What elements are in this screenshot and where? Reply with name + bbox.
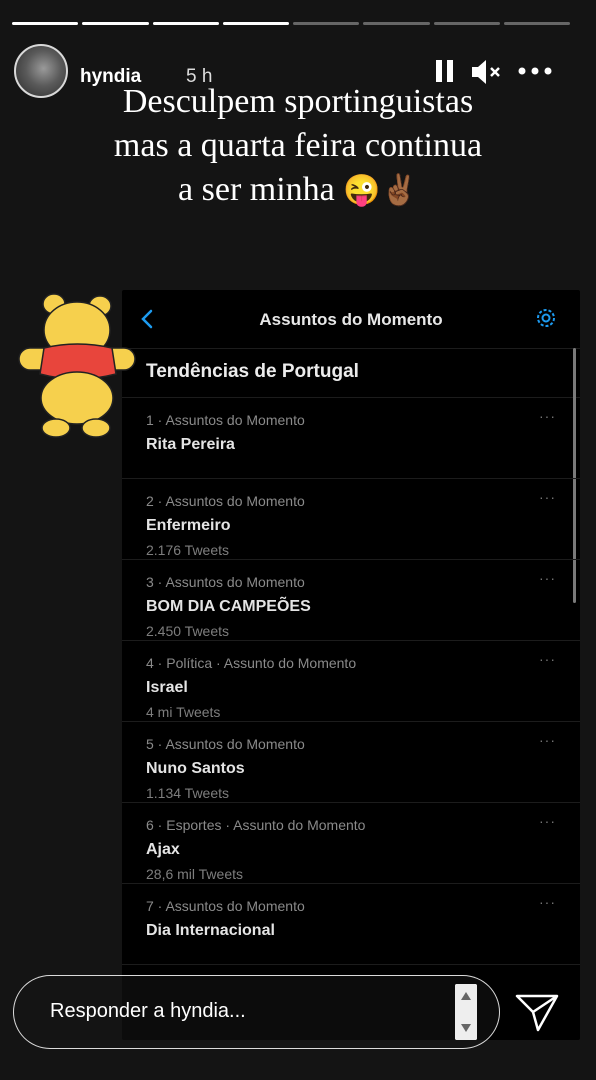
caption-line-2: mas a quarta feira continua (113, 127, 483, 164)
trend-more-icon: ··· (539, 732, 556, 748)
trend-more-icon: ··· (539, 651, 556, 667)
progress-segment (433, 22, 500, 25)
trend-meta: 3 · Assuntos do Momento (146, 574, 305, 590)
trend-count: 2.176 Tweets (146, 542, 230, 558)
trend-count: 1.134 Tweets (146, 785, 230, 801)
trend-item: 3 · Assuntos do Momento BOM DIA CAMPEÕES 2… (122, 560, 580, 641)
trend-meta: 5 · Assuntos do Momento (146, 736, 305, 752)
screenshot-navbar: Assuntos do Momento (122, 290, 580, 349)
trend-meta: 1 · Assuntos do Momento (146, 412, 305, 428)
caption-line-3-text: a ser minha (178, 171, 335, 208)
scroll-stepper[interactable] (455, 984, 477, 1040)
trend-meta: 4 · Política · Assunto do Momento (146, 655, 357, 671)
trend-name: Rita Pereira (146, 436, 235, 453)
send-icon[interactable] (514, 992, 560, 1034)
reply-input[interactable]: Responder a hyndia... (13, 975, 500, 1049)
trend-name: Dia Internacional (146, 922, 275, 939)
trend-more-icon: ··· (539, 489, 556, 505)
trend-count: 2.450 Tweets (146, 623, 230, 639)
trend-more-icon: ··· (539, 570, 556, 586)
winnie-the-pooh-sticker[interactable] (16, 290, 138, 445)
emoji-wink-victory: 😜✌🏾 (343, 174, 418, 207)
progress-segment (152, 22, 219, 25)
trend-name: BOM DIA CAMPEÕES (146, 598, 311, 615)
progress-segment (12, 22, 79, 25)
trend-item: 6 · Esportes · Assunto do Momento Ajax 28,… (122, 803, 580, 884)
trend-item: 7 · Assuntos do Momento Dia Internacional… (122, 884, 580, 965)
screenshot-title: Assuntos do Momento (259, 310, 443, 329)
trend-meta: 7 · Assuntos do Momento (146, 898, 305, 914)
trends-heading: Tendências de Portugal (122, 349, 580, 398)
trend-item: 2 · Assuntos do Momento Enfermeiro 2.176 T… (122, 479, 580, 560)
trend-list: 1 · Assuntos do Momento Rita Pereira ··· 2 … (122, 398, 580, 965)
trend-item: 4 · Política · Assunto do Momento Israel 4… (122, 641, 580, 722)
trend-name: Nuno Santos (146, 760, 245, 777)
trend-more-icon: ··· (539, 408, 556, 424)
trend-count: 28,6 mil Tweets (146, 866, 244, 882)
trend-name: Ajax (146, 841, 180, 858)
trend-name: Israel (146, 679, 188, 696)
progress-segment (82, 22, 149, 25)
trend-count: 4 mi Tweets (146, 704, 221, 720)
progress-segment (222, 22, 289, 25)
caption-line-3: a ser minha 😜✌🏾 (0, 168, 596, 213)
trend-item: 5 · Assuntos do Momento Nuno Santos 1.134 … (122, 722, 580, 803)
trend-meta: 2 · Assuntos do Momento (146, 493, 305, 509)
caption-line-1: Desculpem sportinguistas (122, 83, 474, 120)
trend-meta: 6 · Esportes · Assunto do Momento (146, 817, 366, 833)
story-progress (12, 22, 570, 25)
trend-more-icon: ··· (539, 813, 556, 829)
settings-gear-icon (537, 309, 555, 327)
progress-segment (503, 22, 570, 25)
trends-screenshot: Assuntos do Momento Tendências de Portug… (122, 290, 580, 1040)
progress-segment (363, 22, 430, 25)
reply-placeholder: Responder a hyndia... (50, 1000, 246, 1022)
story-caption: Desculpem sportinguistas mas a quarta fe… (0, 80, 596, 213)
trend-more-icon: ··· (539, 894, 556, 910)
progress-segment (293, 22, 360, 25)
trend-item: 1 · Assuntos do Momento Rita Pereira ··· (122, 398, 580, 479)
trend-name: Enfermeiro (146, 517, 231, 534)
